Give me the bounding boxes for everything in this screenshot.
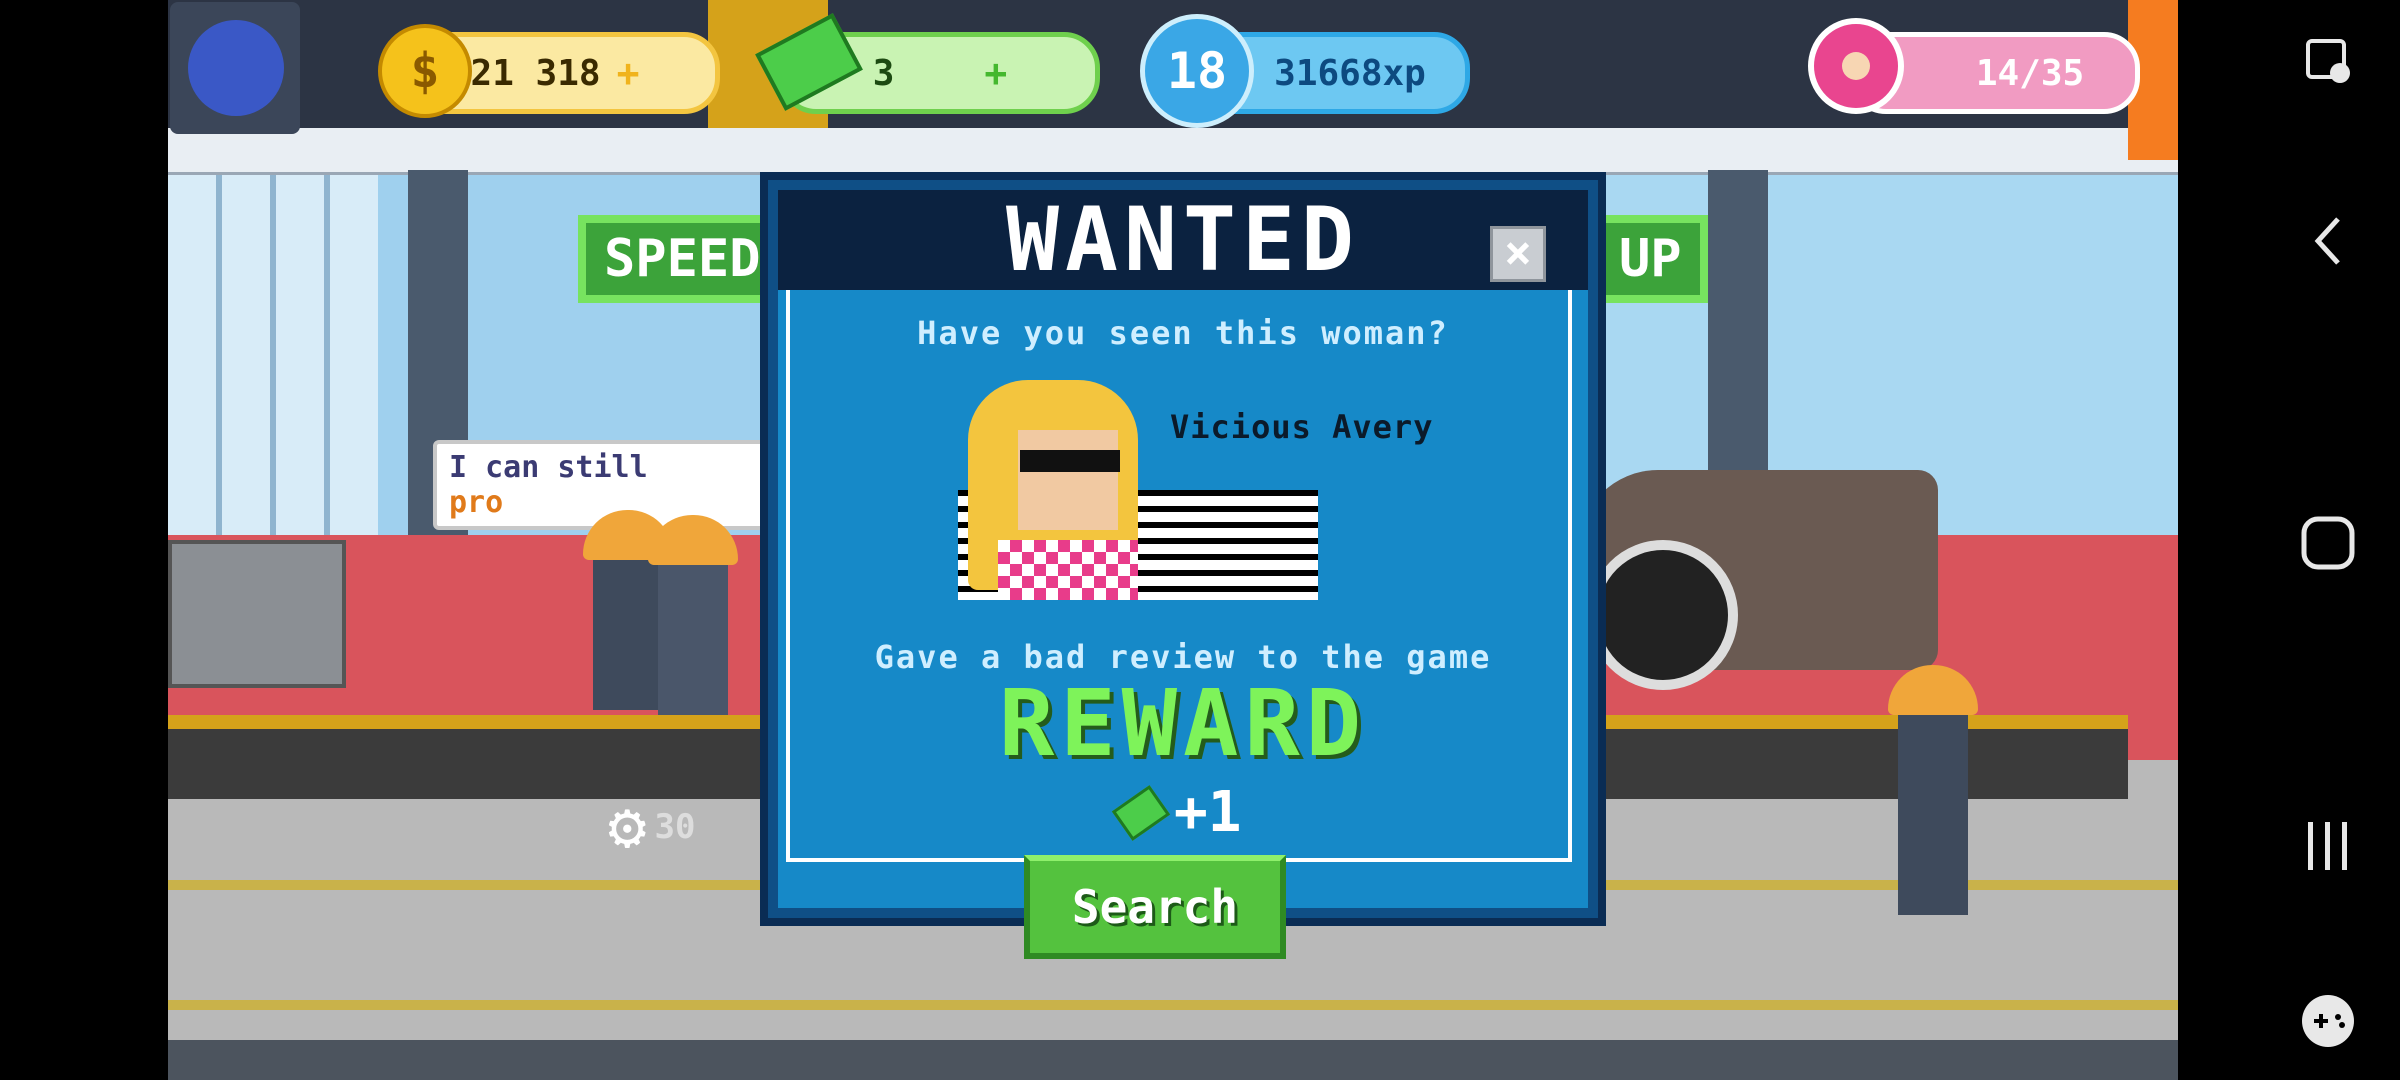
worker-body	[1898, 715, 1968, 915]
floor-stripe	[168, 1000, 2178, 1010]
reward-amount: +1	[1111, 780, 1242, 845]
add-coins-button[interactable]: +	[617, 51, 640, 95]
donuts-value: 14/35	[1975, 52, 2085, 94]
xp-value: 31668xp	[1274, 52, 1426, 94]
coin-icon: $	[378, 24, 472, 118]
conveyor-belt	[168, 715, 768, 799]
reward-label: REWARD	[998, 670, 1368, 777]
suspect-shirt	[998, 540, 1138, 600]
speed-sign: SPEED	[578, 215, 787, 303]
car-wheel	[1588, 540, 1738, 690]
cash-value: 3	[872, 52, 895, 94]
wanted-dialog: WANTED × Have you seen this woman? Vicio…	[768, 180, 1598, 918]
gear-counter[interactable]: ⚙ 30	[608, 790, 695, 864]
dialog-header: WANTED ×	[778, 190, 1588, 290]
bubble-line: I can still	[449, 450, 648, 485]
recents-icon[interactable]	[2292, 810, 2364, 882]
worker[interactable]	[1888, 665, 1978, 915]
back-icon[interactable]	[2292, 205, 2364, 277]
conveyor-belt	[1568, 715, 2128, 799]
add-cash-button[interactable]: +	[984, 51, 1007, 95]
search-button[interactable]: Search	[1024, 855, 1286, 959]
worker[interactable]	[648, 515, 738, 715]
reward-value: +1	[1174, 780, 1242, 845]
gear-counter-value: 30	[654, 807, 696, 847]
ceiling-rail	[168, 128, 2178, 178]
dialog-title: WANTED	[1006, 188, 1360, 291]
profile-icon	[188, 20, 284, 116]
suspect-name: Vicious Avery	[1170, 408, 1434, 446]
bottom-floor-edge	[168, 1040, 2178, 1080]
gear-icon: ⚙	[608, 790, 647, 864]
home-icon[interactable]	[2292, 507, 2364, 579]
helmet	[1888, 665, 1978, 715]
cash-icon	[1111, 784, 1171, 841]
donut-icon	[1808, 18, 1904, 114]
machine-part	[168, 540, 346, 688]
suspect-face	[1018, 430, 1118, 530]
coins-value: 21 318	[470, 52, 601, 94]
up-sign: UP	[1593, 215, 1708, 303]
helmet	[648, 515, 738, 565]
sunglasses-icon	[1020, 450, 1120, 472]
menu-button[interactable]	[170, 2, 300, 134]
wanted-portrait	[958, 370, 1378, 610]
donut-hole	[1842, 52, 1870, 80]
dialog-subtitle: Have you seen this woman?	[917, 314, 1449, 352]
worker-body	[658, 565, 728, 715]
close-button[interactable]: ×	[1490, 226, 1546, 282]
level-badge: 18	[1140, 14, 1254, 128]
game-tools-icon[interactable]	[2292, 985, 2364, 1057]
window-left	[168, 175, 378, 535]
screenshot-icon[interactable]	[2292, 25, 2364, 97]
